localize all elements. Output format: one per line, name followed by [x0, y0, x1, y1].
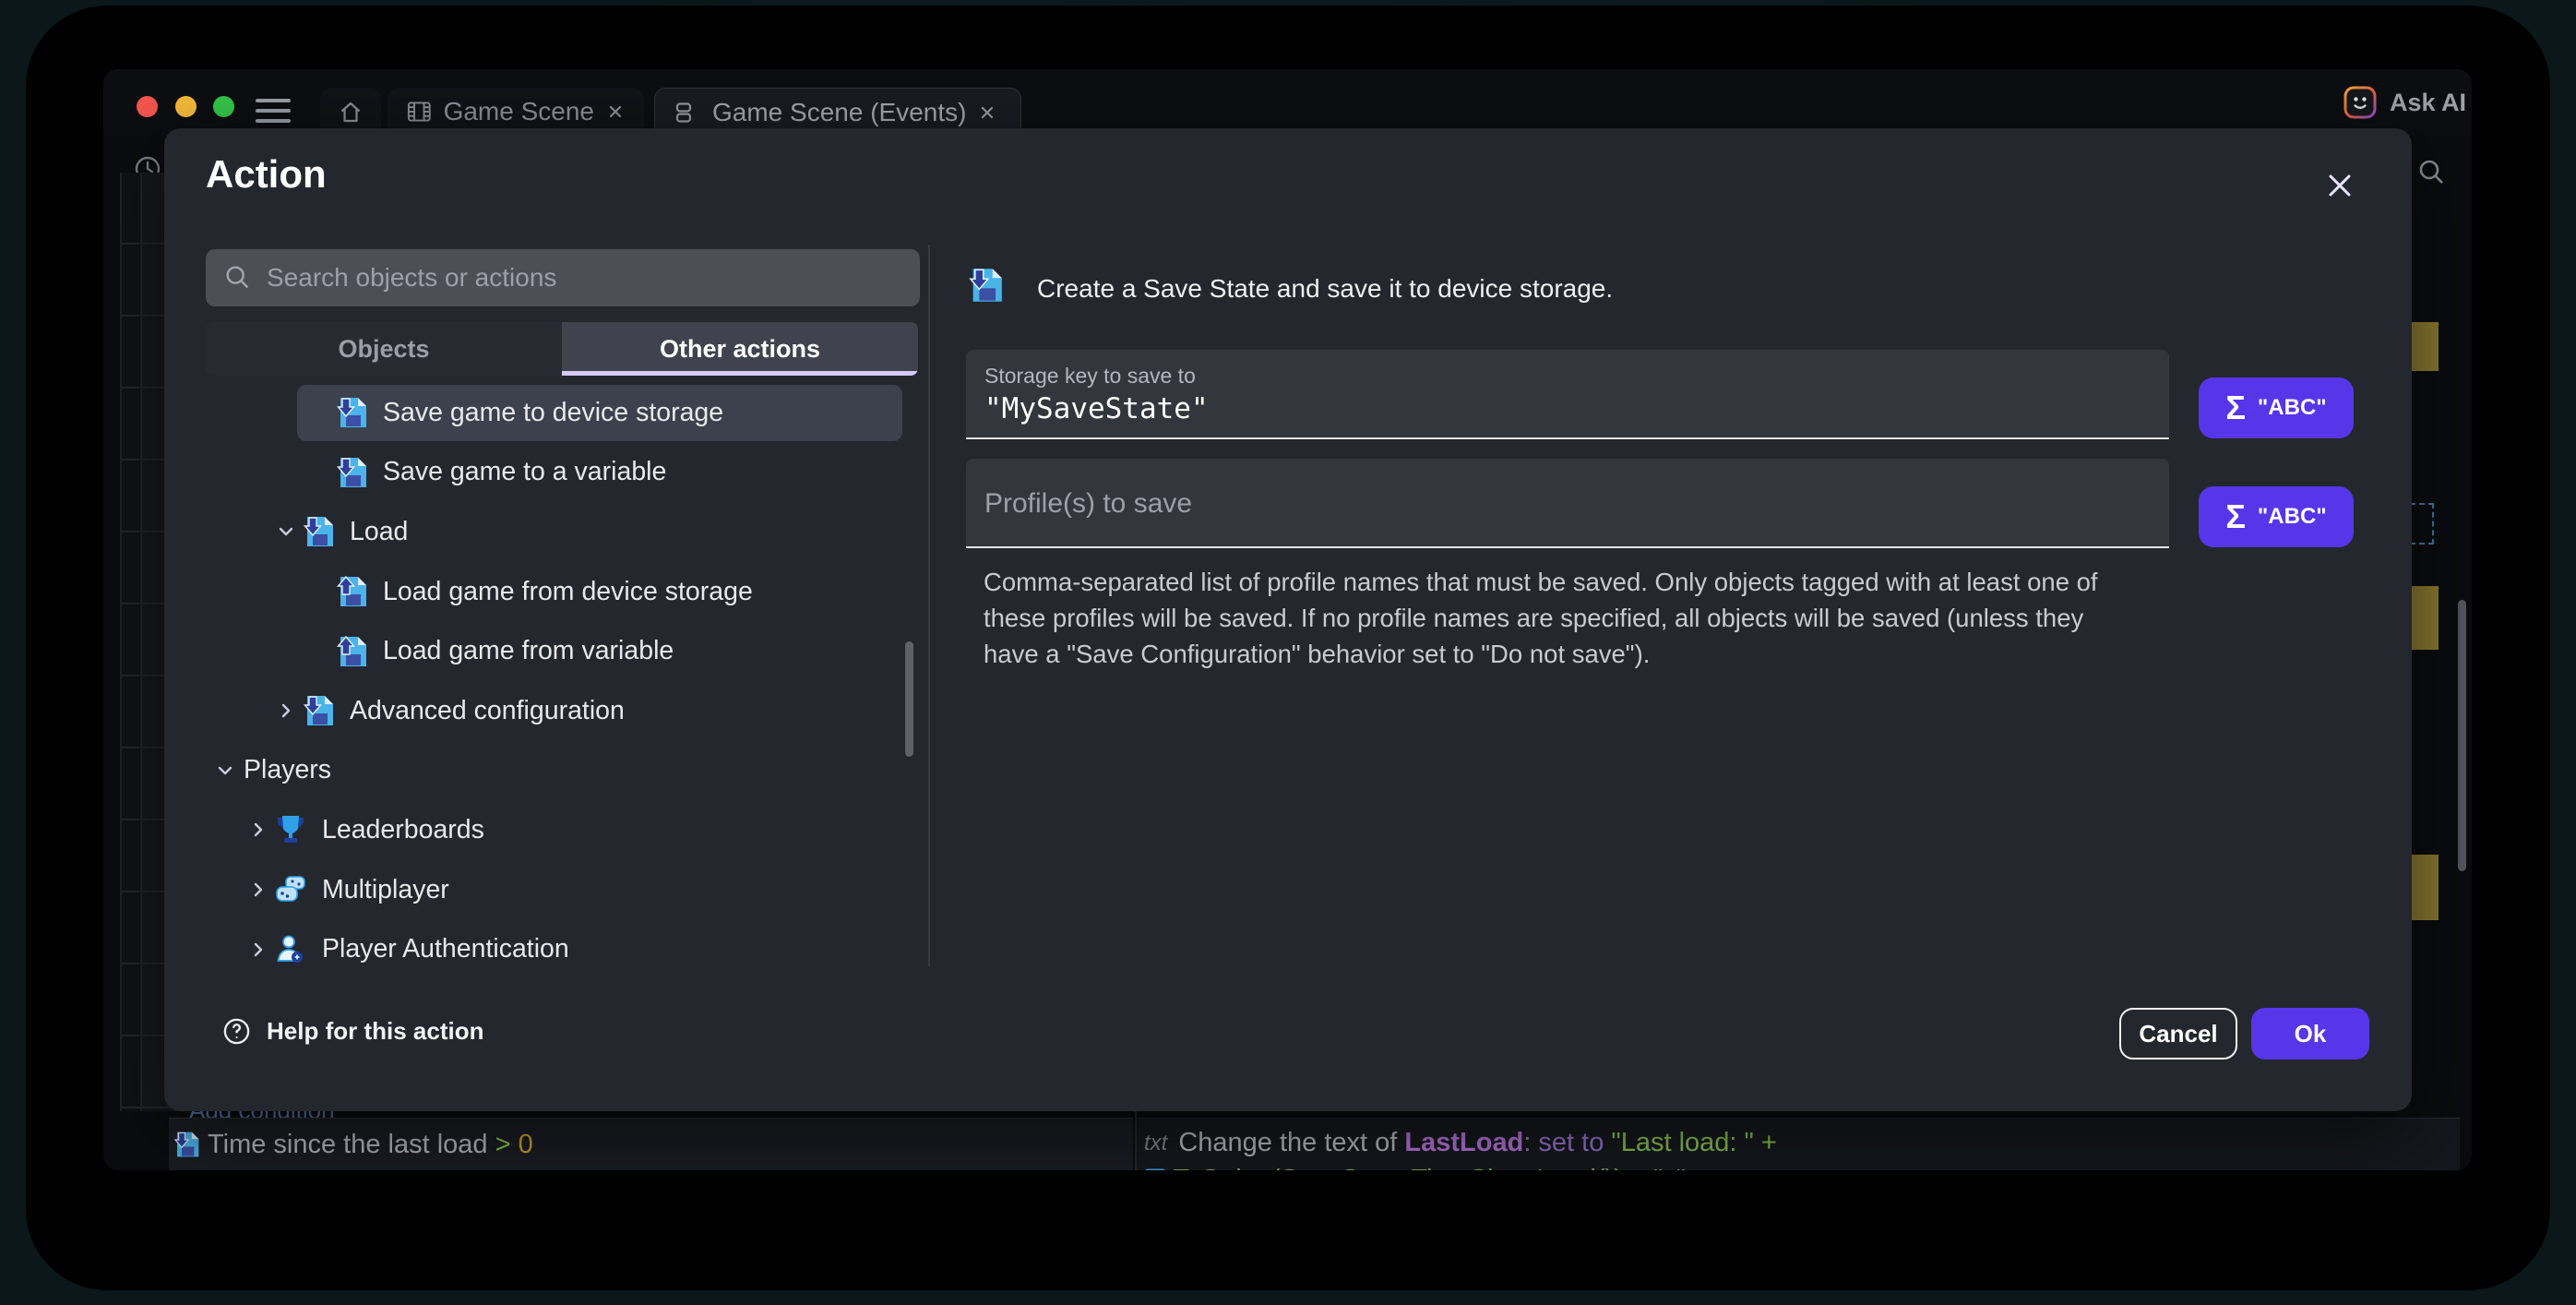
tree-item-label: Multiplayer	[322, 875, 449, 905]
tree-item[interactable]: Player Authentication	[206, 919, 918, 979]
load-icon	[335, 635, 368, 668]
condition-operator	[488, 1130, 495, 1160]
desktop: { "colors": { "accent": "#5636e8", "tab_…	[0, 0, 2576, 1305]
cancel-button[interactable]: Cancel	[2119, 1008, 2237, 1060]
dialog-title: Action	[206, 152, 327, 197]
gamepad-icon	[274, 873, 307, 906]
person-icon	[274, 933, 307, 966]
profiles-field[interactable]: Profile(s) to save	[966, 459, 2169, 548]
tree-scrollbar[interactable]	[905, 641, 913, 757]
tree-item[interactable]: Load game from variable	[206, 621, 918, 681]
action-search[interactable]	[206, 249, 920, 306]
condition-text: Time since the last load	[208, 1130, 488, 1160]
ask-ai-button[interactable]: Ask AI	[2343, 86, 2466, 119]
help-icon	[221, 1016, 252, 1047]
tree-item-label: Advanced configuration	[350, 696, 625, 726]
save-icon	[302, 515, 335, 548]
tree-item[interactable]: Multiplayer	[206, 860, 918, 920]
action-expression-line2: Tx ToString(SaveState.TimeSinceLoad()) +…	[1144, 1165, 1686, 1170]
tree-item[interactable]: Save game to device storage	[206, 383, 918, 443]
action-dialog: Action Objects Other actions Save game t…	[164, 128, 2412, 1111]
save-icon	[335, 396, 368, 429]
titlebar: Game Scene Game Scene (Events) Ask AI	[103, 69, 2472, 136]
app-window: Game Scene Game Scene (Events) Ask AI Ad…	[103, 69, 2472, 1170]
load-icon	[335, 575, 368, 608]
close-dialog-icon[interactable]	[2321, 167, 2358, 204]
chevron-down-icon[interactable]	[215, 760, 235, 781]
scene-icon	[406, 98, 433, 126]
action-row[interactable]: txt Change the text of LastLoad: set to …	[1137, 1118, 2460, 1170]
sigma-icon: Σ	[2225, 391, 2246, 425]
save-icon	[173, 1131, 200, 1158]
tab-label: Game Scene	[444, 97, 594, 126]
events-icon	[674, 99, 701, 126]
close-tab-icon[interactable]	[977, 102, 997, 123]
tree-item-label: Load game from variable	[383, 636, 674, 666]
close-tab-icon[interactable]	[605, 102, 626, 122]
tree-item[interactable]: Players	[206, 741, 918, 801]
tree-item[interactable]: Advanced configuration	[206, 681, 918, 741]
save-icon	[335, 456, 368, 489]
save-icon	[967, 267, 1004, 304]
tree-item-label: Save game to a variable	[383, 457, 666, 487]
tree-item-label: Player Authentication	[322, 934, 569, 964]
expression-builder-button[interactable]: Σ "ABC"	[2199, 377, 2354, 438]
chevron-down-icon[interactable]	[276, 521, 296, 542]
action-parts: Change the text of LastLoad: set to "Las…	[1178, 1128, 1776, 1158]
tree-item-label: Load	[350, 517, 408, 547]
events-sheet-edge-line	[140, 173, 142, 1111]
tree-item-label: Load game from device storage	[383, 577, 753, 607]
home-icon	[337, 98, 364, 126]
tree-item[interactable]: Leaderboards	[206, 800, 918, 860]
tab-objects[interactable]: Objects	[206, 322, 562, 376]
storage-key-field[interactable]: Storage key to save to "MySaveState"	[966, 350, 2169, 439]
window-close-button[interactable]	[137, 96, 158, 117]
condition-row[interactable]: Time since the last load > 0	[169, 1118, 1133, 1170]
field-placeholder: Profile(s) to save	[984, 488, 1192, 520]
chevron-right-icon[interactable]	[248, 880, 268, 900]
action-description: Create a Save State and save it to devic…	[1037, 274, 1613, 304]
chevron-right-icon[interactable]	[248, 940, 268, 960]
tree-item-label: Save game to device storage	[383, 398, 723, 428]
window-zoom-button[interactable]	[213, 96, 234, 117]
field-helper-text: Comma-separated list of profile names th…	[984, 564, 2139, 672]
ok-button[interactable]: Ok	[2251, 1008, 2369, 1060]
ask-ai-icon	[2343, 86, 2377, 119]
save-icon	[302, 694, 335, 727]
tree-item-label: Players	[244, 755, 331, 785]
condition-value	[511, 1130, 519, 1160]
menu-icon[interactable]	[256, 99, 291, 123]
actions-tree: Save game to device storage Save game to …	[206, 383, 918, 979]
chevron-right-icon[interactable]	[276, 700, 296, 721]
events-scrollbar[interactable]	[2458, 600, 2466, 871]
field-value: "MySaveState"	[984, 392, 1209, 425]
search-input[interactable]	[267, 263, 903, 293]
tree-item[interactable]: Load	[206, 502, 918, 562]
pane-divider	[928, 245, 930, 966]
tree-item-label: Leaderboards	[322, 815, 484, 845]
window-minimize-button[interactable]	[175, 96, 197, 117]
sigma-icon: Σ	[2225, 500, 2246, 533]
field-label: Storage key to save to	[984, 364, 1196, 389]
tree-item[interactable]: Load game from device storage	[206, 562, 918, 622]
text-object-icon: Tx	[1144, 1168, 1166, 1170]
tree-item[interactable]: Save game to a variable	[206, 443, 918, 503]
dialog-tabs: Objects Other actions	[206, 322, 918, 376]
chevron-right-icon[interactable]	[248, 820, 268, 840]
trophy-icon	[274, 813, 307, 846]
help-label: Help for this action	[267, 1017, 483, 1046]
txt-icon: txt	[1144, 1131, 1167, 1156]
search-icon[interactable]	[2415, 156, 2449, 189]
tab-label: Game Scene (Events)	[712, 98, 966, 127]
search-icon	[222, 262, 254, 293]
events-sheet-bottom: Add condition Time since the last load >…	[164, 1111, 2460, 1170]
tab-other-actions[interactable]: Other actions	[562, 322, 918, 376]
help-link[interactable]: Help for this action	[221, 1016, 483, 1047]
expression-builder-button[interactable]: Σ "ABC"	[2199, 486, 2354, 547]
ask-ai-label: Ask AI	[2390, 89, 2466, 117]
